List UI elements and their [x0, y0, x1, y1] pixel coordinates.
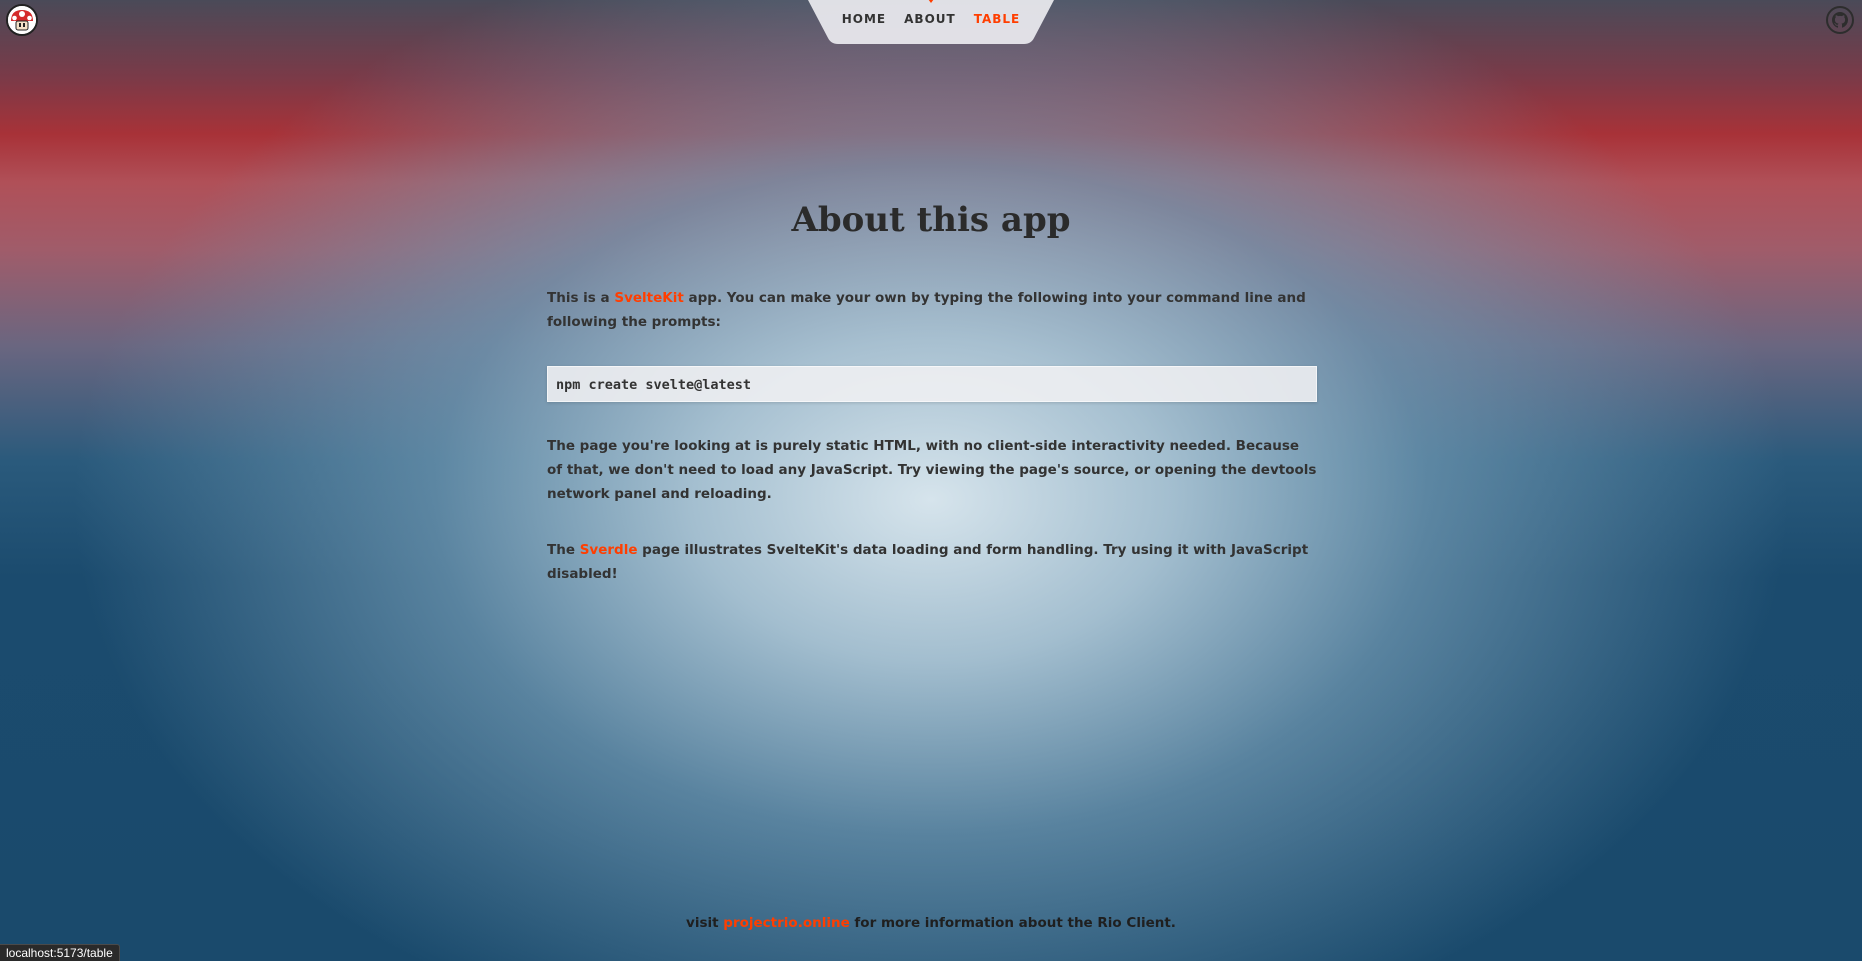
github-link[interactable] [1826, 6, 1854, 34]
nav-table[interactable]: TABLE [974, 12, 1021, 26]
main-content: This is a SvelteKit app. You can make yo… [547, 286, 1317, 582]
footer-text-pre: visit [686, 915, 724, 931]
github-icon [1832, 12, 1848, 28]
intro-paragraph: This is a SvelteKit app. You can make yo… [547, 286, 1317, 334]
sveltekit-link[interactable]: SvelteKit [614, 290, 683, 306]
footer-text-post: for more information about the Rio Clien… [849, 915, 1176, 931]
static-html-paragraph: The page you're looking at is purely sta… [547, 438, 1317, 502]
logo[interactable] [6, 4, 38, 36]
sverdle-text-pre: The [547, 542, 580, 558]
projectrio-link[interactable]: projectrio.online [723, 915, 849, 931]
mushroom-icon [8, 6, 36, 34]
nav-about[interactable]: ABOUT [904, 12, 956, 26]
status-bar-url: localhost:5173/table [0, 944, 120, 961]
intro-text-pre: This is a [547, 290, 615, 306]
code-block[interactable]: npm create svelte@latest [547, 366, 1317, 402]
sverdle-link[interactable]: Sverdle [580, 542, 638, 558]
nav-home[interactable]: HOME [842, 12, 886, 26]
sverdle-paragraph: The Sverdle page illustrates SvelteKit's… [547, 538, 1317, 586]
page-title: About this app [791, 200, 1071, 240]
footer: visit projectrio.online for more informa… [0, 915, 1862, 931]
active-indicator [925, 0, 937, 3]
main-nav: HOME ABOUT TABLE [808, 0, 1054, 44]
sverdle-text-post: page illustrates SvelteKit's data loadin… [547, 542, 1309, 582]
